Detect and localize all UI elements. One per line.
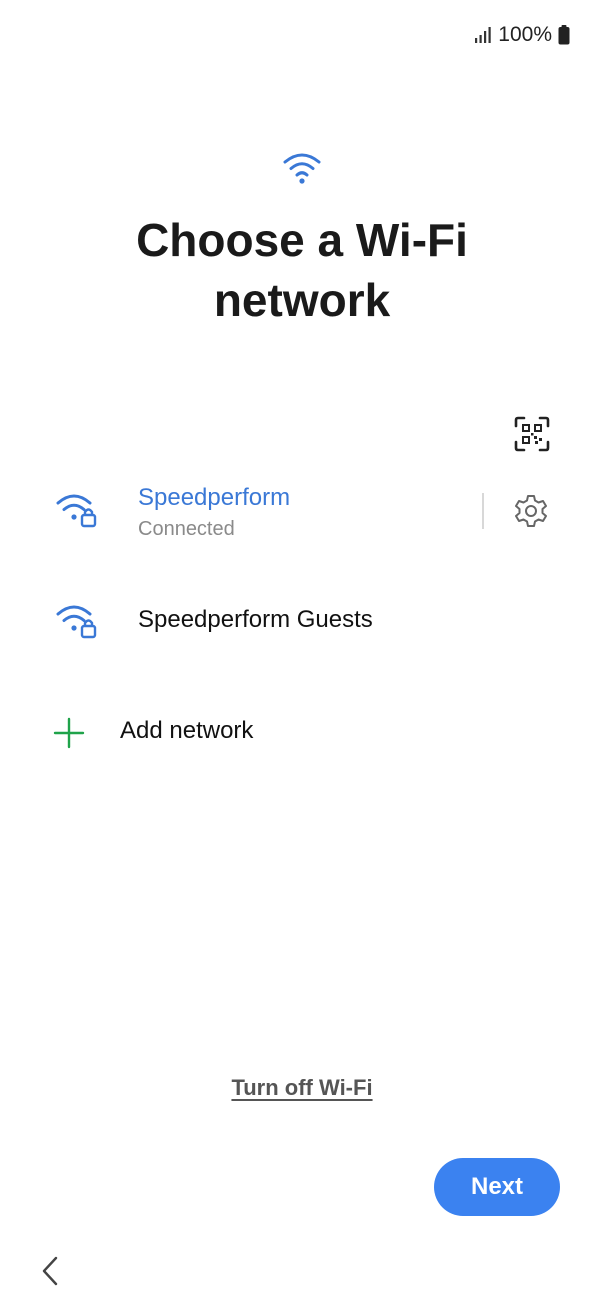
divider	[482, 493, 484, 529]
chevron-left-icon	[42, 1256, 58, 1286]
network-status: Connected	[138, 518, 235, 540]
page-title: Choose a Wi-Fi network	[0, 210, 604, 330]
add-network-button[interactable]: Add network	[0, 710, 604, 760]
turn-off-wifi-container: Turn off Wi-Fi	[0, 1075, 604, 1101]
page-title-line1: Choose a Wi-Fi	[136, 214, 468, 266]
status-bar: 100%	[474, 20, 570, 50]
battery-percentage: 100%	[498, 23, 552, 46]
back-button[interactable]	[38, 1254, 64, 1288]
qr-code-scan-icon	[514, 416, 550, 452]
plus-icon	[53, 717, 85, 749]
gear-icon	[515, 495, 547, 527]
turn-off-wifi-link[interactable]: Turn off Wi-Fi	[231, 1075, 372, 1100]
network-item-speedperform[interactable]: Speedperform Connected	[0, 478, 604, 548]
signal-icon	[474, 27, 492, 43]
wifi-lock-icon	[55, 490, 103, 530]
add-network-label: Add network	[120, 717, 254, 744]
network-item-speedperform-guests[interactable]: Speedperform Guests	[0, 596, 604, 652]
page-title-line2: network	[213, 274, 391, 326]
next-button[interactable]: Next	[434, 1158, 560, 1216]
wifi-icon	[282, 150, 322, 186]
wifi-lock-icon	[55, 601, 103, 641]
qr-code-scan-button[interactable]	[512, 414, 552, 454]
network-name: Speedperform Guests	[138, 606, 373, 633]
battery-icon	[558, 25, 570, 45]
network-settings-button[interactable]	[513, 493, 549, 529]
network-name: Speedperform	[138, 484, 291, 511]
